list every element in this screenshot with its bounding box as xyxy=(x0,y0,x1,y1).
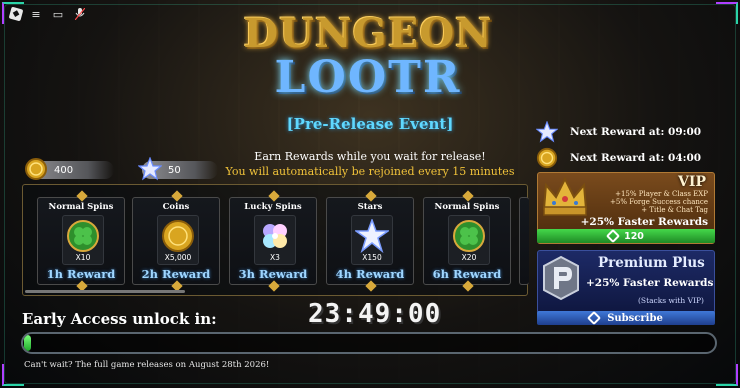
gem-ornament xyxy=(76,190,88,202)
reward-time: 1h Reward xyxy=(46,267,116,281)
reward-title: Normal Spins xyxy=(48,202,114,212)
clover-icon xyxy=(67,220,99,252)
gem-ornament xyxy=(365,280,377,292)
reward-title: Normal Spins xyxy=(434,202,500,212)
vip-tag: VIP xyxy=(678,174,706,190)
star-icon xyxy=(138,157,162,181)
reward-quantity: X150 xyxy=(362,253,382,262)
reward-quantity: X5,000 xyxy=(164,253,192,262)
next-reward-label: Next Reward at: 09:00 xyxy=(570,126,702,138)
reward-card[interactable]: Coins X5,000 2h Reward xyxy=(132,190,220,292)
reward-title: Stars xyxy=(357,202,383,212)
system-toolbar: ◆ ≡ ▭ xyxy=(8,6,88,22)
chat-icon[interactable]: ▭ xyxy=(50,6,66,22)
logo-line-1: DUNGEON xyxy=(243,10,493,57)
release-footer: Can't wait? The full game releases on Au… xyxy=(24,360,270,370)
gem-ornament xyxy=(462,280,474,292)
unlock-label: Early Access unlock in: xyxy=(22,310,217,328)
frame-corner xyxy=(2,364,24,386)
reward-card[interactable]: Normal Spins X20 6h Reward xyxy=(423,190,511,292)
mic-muted-icon[interactable] xyxy=(72,6,88,22)
menu-icon[interactable]: ≡ xyxy=(28,6,44,22)
reward-quantity: X20 xyxy=(461,253,477,262)
subscribe-button[interactable]: Subscribe xyxy=(537,310,715,326)
coin-icon xyxy=(536,147,558,169)
reward-time: 2h Reward xyxy=(141,267,211,281)
reward-slot: X150 xyxy=(351,215,393,265)
coins-counter: 400 xyxy=(25,158,114,180)
next-reward-coins: Next Reward at: 04:00 xyxy=(536,146,726,170)
stars-counter: 50 xyxy=(138,157,218,181)
premium-note: (Stacks with VIP) xyxy=(638,296,704,305)
clover-icon xyxy=(453,220,485,252)
reward-track-scrollbar[interactable] xyxy=(25,290,185,293)
event-title: [Pre-Release Event] xyxy=(286,115,454,133)
reward-time: 3h Reward xyxy=(238,267,308,281)
reward-card-partial xyxy=(519,197,529,285)
gem-ornament xyxy=(268,190,280,202)
unlock-progress-bar xyxy=(21,332,717,354)
reward-slot: X5,000 xyxy=(157,215,199,265)
frame-corner xyxy=(716,2,738,24)
vip-price: 120 xyxy=(624,230,644,242)
countdown-timer: 23:49:00 xyxy=(308,299,442,329)
gem-ornament xyxy=(462,190,474,202)
reward-quantity: X10 xyxy=(75,253,91,262)
reward-time: 6h Reward xyxy=(432,267,502,281)
subscribe-label: Subscribe xyxy=(607,312,663,324)
robux-icon xyxy=(587,310,602,326)
star-icon xyxy=(536,121,558,143)
event-subtitle: Earn Rewards while you wait for release! xyxy=(254,150,486,163)
game-screen: ◆ ≡ ▭ DUNGEON LOOTR [Pre-Release Event] … xyxy=(0,0,740,388)
game-logo: DUNGEON LOOTR xyxy=(228,12,508,108)
reward-card[interactable]: Normal Spins X10 1h Reward xyxy=(37,190,125,292)
reward-slot: X3 xyxy=(254,215,296,265)
reward-card[interactable]: Stars X150 4h Reward xyxy=(326,190,414,292)
reward-quantity: X3 xyxy=(270,253,280,262)
vip-buy-button[interactable]: 120 xyxy=(537,228,715,244)
coins-value: 400 xyxy=(54,164,74,176)
vip-perk: +5% Forge Success chance xyxy=(610,198,708,206)
premium-title: Premium Plus xyxy=(598,255,705,271)
gem-ornament xyxy=(268,280,280,292)
reward-slot: X20 xyxy=(448,215,490,265)
lucky-clover-icon xyxy=(263,224,287,248)
vip-perk: + Title & Chat Tag xyxy=(641,206,708,214)
rejoin-notice: You will automatically be rejoined every… xyxy=(225,165,515,178)
reward-time: 4h Reward xyxy=(335,267,405,281)
roblox-logo-icon[interactable]: ◆ xyxy=(8,6,24,22)
robux-icon xyxy=(606,228,621,244)
vip-perk: +15% Player & Class EXP xyxy=(615,190,708,198)
premium-panel[interactable]: Premium Plus +25% Faster Rewards (Stacks… xyxy=(537,250,715,314)
vip-faster-rewards: +25% Faster Rewards xyxy=(580,216,708,228)
reward-track[interactable]: Normal Spins X10 1h Reward Coins X5,000 … xyxy=(22,184,529,296)
reward-title: Coins xyxy=(162,202,190,212)
stars-value: 50 xyxy=(168,164,181,176)
unlock-progress-fill xyxy=(24,335,31,351)
reward-card[interactable]: Lucky Spins X3 3h Reward xyxy=(229,190,317,292)
next-reward-stars: Next Reward at: 09:00 xyxy=(536,120,726,144)
gem-ornament xyxy=(171,190,183,202)
crown-icon xyxy=(542,176,588,216)
reward-title: Lucky Spins xyxy=(244,202,302,212)
logo-line-2: LOOTR xyxy=(274,52,462,103)
gem-ornament xyxy=(365,190,377,202)
next-reward-label: Next Reward at: 04:00 xyxy=(570,152,702,164)
reward-slot: X10 xyxy=(62,215,104,265)
coin-icon xyxy=(162,220,194,252)
premium-logo-icon xyxy=(543,255,579,301)
star-icon xyxy=(355,219,389,253)
frame-corner xyxy=(716,364,738,386)
coin-icon xyxy=(25,158,47,180)
premium-faster-rewards: +25% Faster Rewards xyxy=(586,277,714,289)
